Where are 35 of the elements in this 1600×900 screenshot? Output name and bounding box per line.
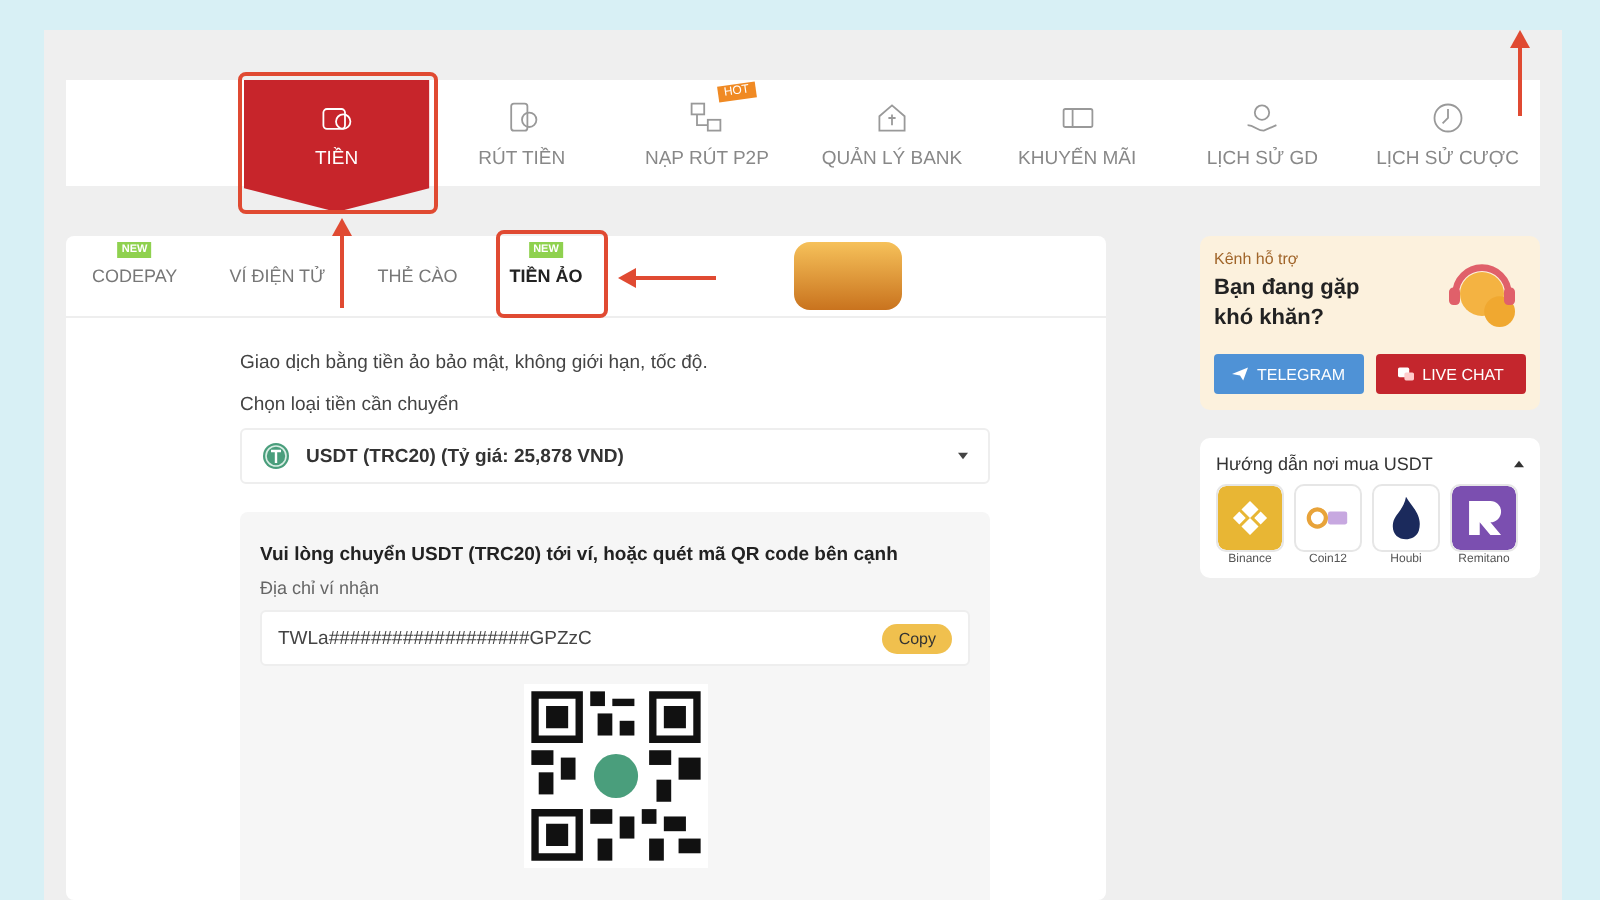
instruction-text: Vui lòng chuyển USDT (TRC20) tới ví, hoặc quét mã QR code bên cạnh <box>260 544 900 566</box>
nav-item[interactable]: LỊCH SỬ GD <box>1169 80 1355 212</box>
clock-icon <box>1429 100 1466 136</box>
send-icon <box>1232 366 1249 382</box>
support-button[interactable]: LIVE CHAT <box>1376 354 1526 394</box>
nav-item[interactable]: QUẢN LÝ BANK <box>799 80 985 212</box>
copy-button[interactable]: Copy <box>882 623 952 653</box>
support-button[interactable]: TELEGRAM <box>1214 354 1364 394</box>
annotation-arrow <box>618 268 716 288</box>
address-field[interactable]: TWLa###################GPZzC Copy <box>260 610 970 666</box>
nav-item[interactable]: KHUYẾN MÃI <box>984 80 1170 212</box>
field-label: Địa chỉ ví nhận <box>260 578 382 598</box>
network-icon <box>688 100 725 136</box>
nav-item[interactable]: TIỀN <box>244 80 430 212</box>
annotation-arrow <box>1510 30 1530 116</box>
game-logo-picture <box>794 242 903 310</box>
tether-coin-icon <box>262 442 290 470</box>
support-caption: Kênh hỗ trợ <box>1214 250 1301 268</box>
annotation-outline <box>496 230 608 318</box>
caret-icon <box>958 452 968 460</box>
buy-guide-title: Hướng dẫn nơi mua USDT <box>1216 454 1433 474</box>
tab[interactable]: VÍ ĐIỆN TỬ <box>229 236 326 316</box>
caret-icon[interactable] <box>1514 460 1524 468</box>
nav-item[interactable]: LỊCH SỬ CƯỢC <box>1354 80 1541 212</box>
annotation-arrow <box>332 218 352 308</box>
nav-item[interactable]: RÚT TIỀN <box>429 80 615 212</box>
support-heading: Bạn đang gặp khó khăn? <box>1214 274 1362 335</box>
intro-text: Giao dịch bằng tiền ảo bảo mật, không giới hạn, tốc độ. <box>240 352 710 374</box>
exchange-logo[interactable] <box>1374 486 1438 550</box>
tab[interactable]: THẺ CÀO <box>377 236 458 316</box>
currency-dropdown[interactable]: USDT (TRC20) (Tỷ giá: 25,878 VND) <box>240 428 990 484</box>
chat-icon <box>1398 366 1415 382</box>
house-icon <box>874 100 911 136</box>
exchange-logo[interactable] <box>1452 486 1516 550</box>
field-label: Chọn loại tiền cần chuyển <box>240 394 461 416</box>
